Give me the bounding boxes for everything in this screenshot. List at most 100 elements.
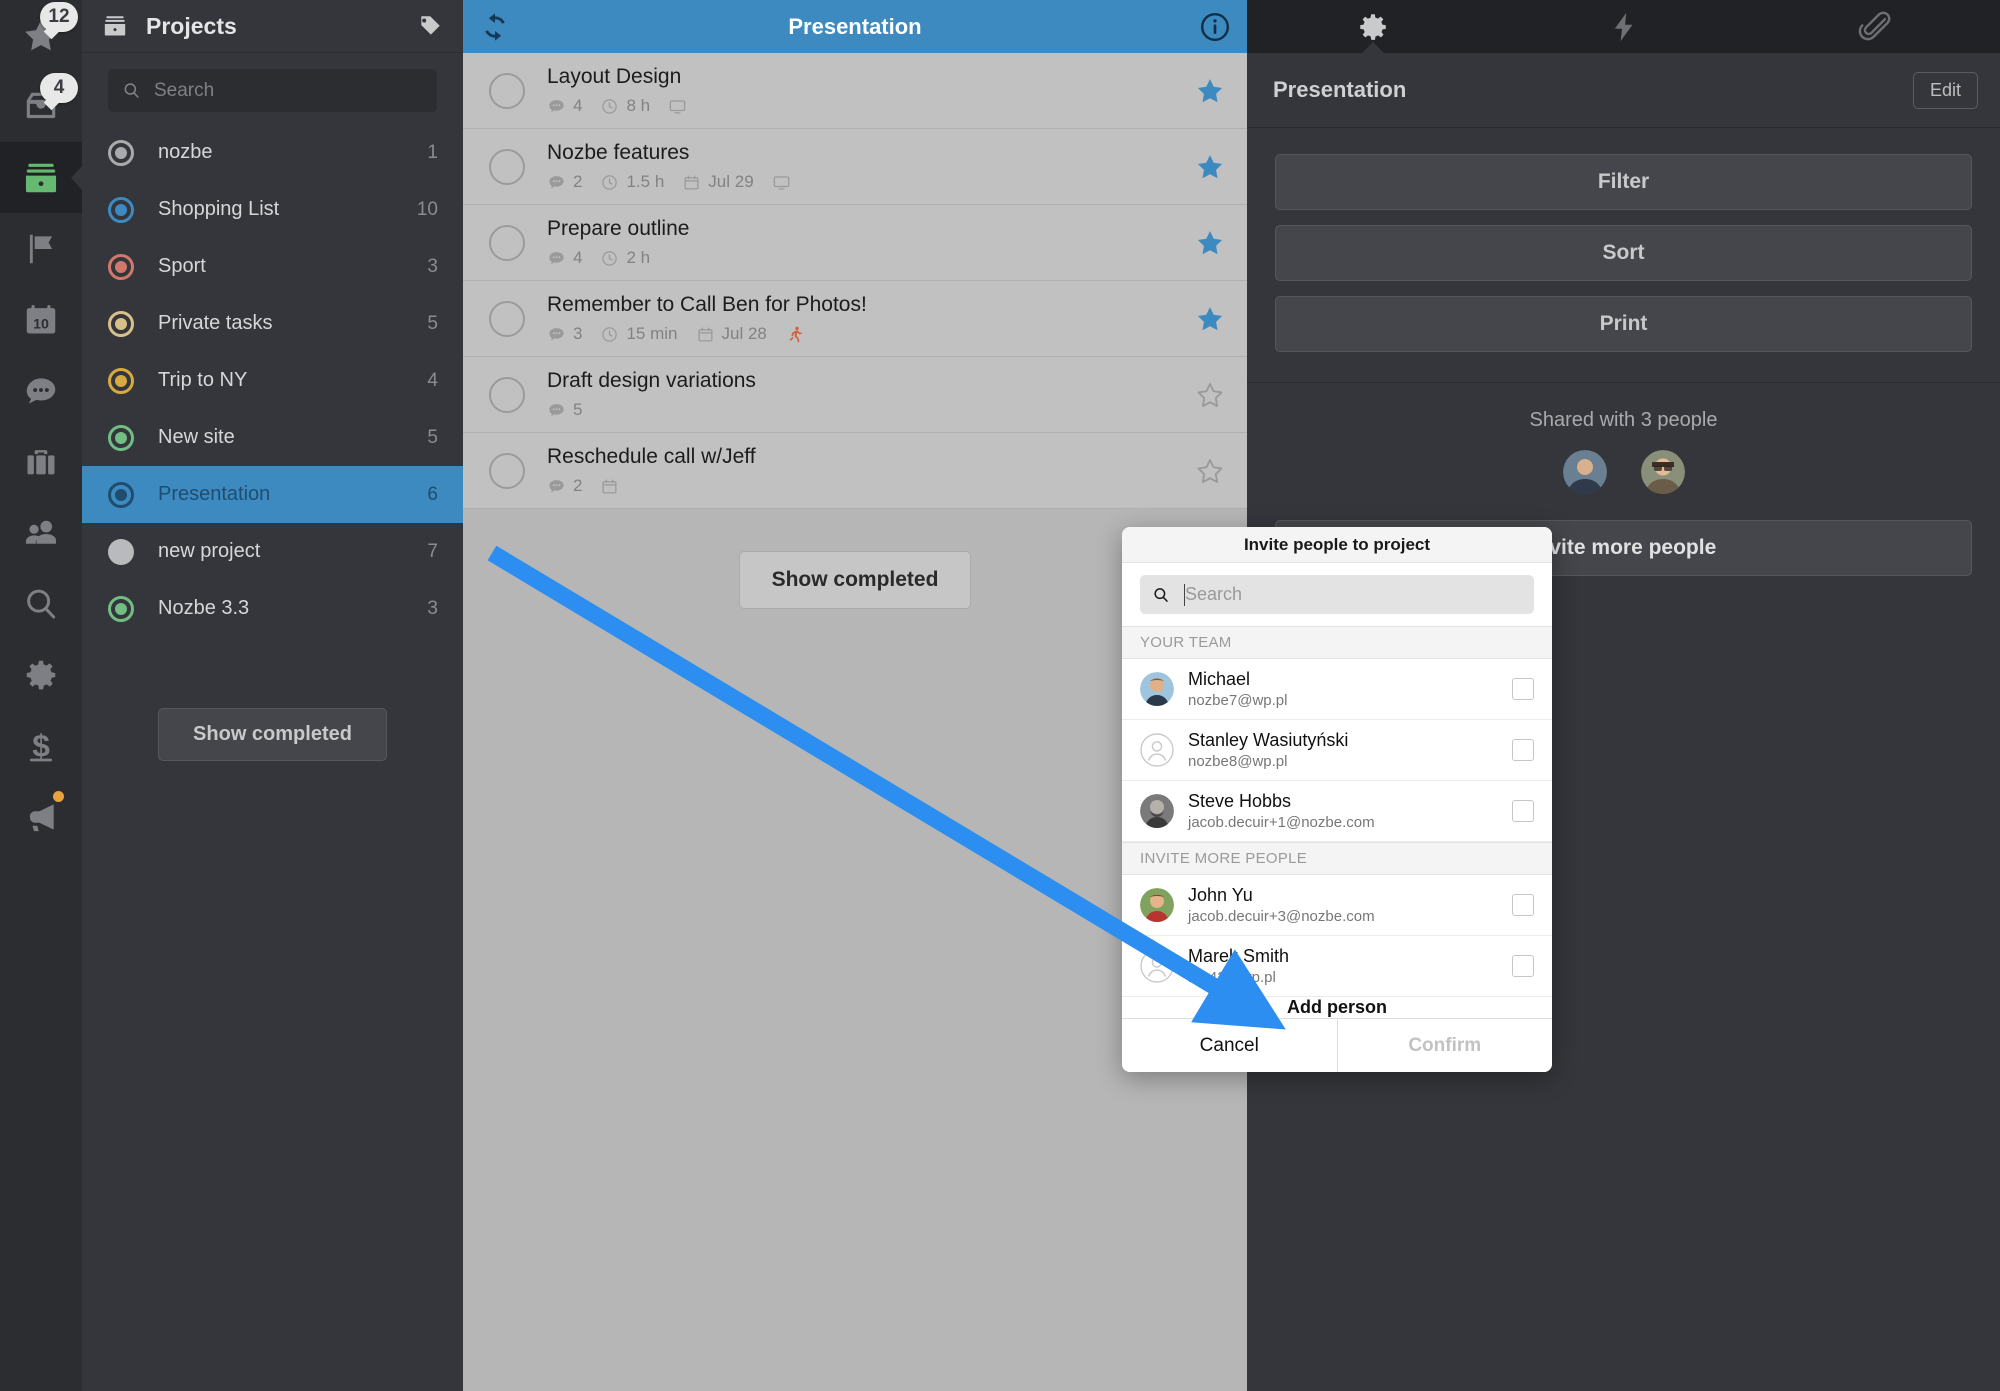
- rail-item-team[interactable]: [0, 497, 82, 568]
- rail-item-announcements[interactable]: [0, 781, 82, 852]
- person-name: Marek Smith: [1188, 946, 1290, 966]
- avatar[interactable]: [1640, 450, 1685, 494]
- task-row[interactable]: Nozbe features 2 1.5 h Jul 29: [463, 129, 1247, 205]
- confirm-button[interactable]: Confirm: [1336, 1019, 1552, 1072]
- sidebar-item-project[interactable]: Trip to NY 4: [82, 352, 463, 409]
- task-checkbox[interactable]: [489, 72, 525, 109]
- runner-icon-meta: [785, 325, 804, 344]
- clock-icon-value: 2 h: [626, 248, 651, 267]
- sync-icon[interactable]: [479, 11, 511, 43]
- task-meta: 5: [547, 400, 1195, 420]
- tab-settings[interactable]: [1247, 0, 1498, 53]
- task-checkbox[interactable]: [489, 148, 525, 185]
- rail-item-settings[interactable]: [0, 639, 82, 710]
- rail-item-priority[interactable]: 12: [0, 0, 82, 71]
- sidebar-item-project[interactable]: new project 7: [82, 523, 463, 580]
- rail-item-inbox[interactable]: 4: [0, 71, 82, 142]
- avatar: [1140, 794, 1174, 828]
- rail-item-briefcase[interactable]: [0, 426, 82, 497]
- task-row[interactable]: Prepare outline 4 2 h: [463, 205, 1247, 281]
- project-task-count: 3: [427, 255, 438, 277]
- runner-icon: [785, 325, 804, 344]
- announcement-alert-dot: [53, 791, 64, 802]
- search-icon: [22, 585, 60, 623]
- cancel-button[interactable]: Cancel: [1122, 1019, 1337, 1072]
- tab-attachments[interactable]: [1749, 0, 2000, 53]
- project-name: New site: [158, 426, 235, 448]
- star-filled-icon[interactable]: [1195, 304, 1225, 334]
- star-outline-icon[interactable]: [1195, 380, 1225, 410]
- rail-item-comments[interactable]: [0, 355, 82, 426]
- sidebar-item-project[interactable]: Shopping List 10: [82, 181, 463, 238]
- star-filled-icon[interactable]: [1195, 76, 1225, 106]
- invite-people-modal: Invite people to project Search YOUR TEA…: [1122, 527, 1552, 1072]
- sidebar-item-project[interactable]: Presentation 6: [82, 466, 463, 523]
- tab-templates[interactable]: [1498, 0, 1749, 53]
- modal-search-placeholder: Search: [1185, 584, 1243, 604]
- person-checkbox[interactable]: [1512, 955, 1534, 977]
- person-info: Marek Smith no 42@wp.pl: [1188, 945, 1512, 987]
- details-header: Presentation Edit: [1247, 53, 2000, 128]
- comment-icon-meta: 4: [547, 248, 582, 268]
- person-row[interactable]: Steve Hobbs jacob.decuir+1@nozbe.com: [1122, 781, 1552, 842]
- task-meta: 4 8 h: [547, 96, 1195, 116]
- sidebar-item-project[interactable]: Sport 3: [82, 238, 463, 295]
- comment-icon-value: 3: [573, 324, 583, 343]
- person-checkbox[interactable]: [1512, 800, 1534, 822]
- task-checkbox[interactable]: [489, 300, 525, 337]
- person-checkbox[interactable]: [1512, 894, 1534, 916]
- sidebar-item-project[interactable]: nozbe 1: [82, 124, 463, 181]
- print-button[interactable]: Print: [1275, 296, 1972, 352]
- edit-button[interactable]: Edit: [1912, 71, 1978, 109]
- filter-button[interactable]: Filter: [1275, 154, 1972, 210]
- task-list-title: Presentation: [788, 13, 922, 39]
- star-filled-icon[interactable]: [1195, 152, 1225, 182]
- task-name: Draft design variations: [547, 369, 756, 392]
- star-outline-icon[interactable]: [1195, 456, 1225, 486]
- sidebar-item-project[interactable]: Nozbe 3.3 3: [82, 580, 463, 637]
- billing-dollar-icon: $: [22, 727, 60, 765]
- task-checkbox[interactable]: [489, 376, 525, 413]
- star-filled-icon[interactable]: [1195, 228, 1225, 258]
- sidebar-item-project[interactable]: Private tasks 5: [82, 295, 463, 352]
- rail-item-projects[interactable]: [0, 142, 82, 213]
- task-row[interactable]: Draft design variations 5: [463, 357, 1247, 433]
- search-input[interactable]: Search: [108, 69, 437, 112]
- task-row[interactable]: Remember to Call Ben for Photos! 3 15 min J…: [463, 281, 1247, 357]
- person-checkbox[interactable]: [1512, 678, 1534, 700]
- tag-icon[interactable]: [417, 13, 443, 39]
- modal-search-input[interactable]: Search: [1140, 575, 1534, 614]
- project-name: Trip to NY: [158, 369, 248, 391]
- task-row[interactable]: Reschedule call w/Jeff 2: [463, 433, 1247, 509]
- task-checkbox[interactable]: [489, 452, 525, 489]
- sidebar-item-project[interactable]: New site 5: [82, 409, 463, 466]
- person-checkbox[interactable]: [1512, 739, 1534, 761]
- clock-icon-meta: 1.5 h: [600, 172, 664, 192]
- task-checkbox[interactable]: [489, 224, 525, 261]
- person-row[interactable]: Stanley Wasiutyński nozbe8@wp.pl: [1122, 720, 1552, 781]
- rail-item-search[interactable]: [0, 568, 82, 639]
- add-person-button[interactable]: Add person: [1122, 997, 1552, 1018]
- task-row[interactable]: Layout Design 4 8 h: [463, 53, 1247, 129]
- rail-item-calendar[interactable]: 10: [0, 284, 82, 355]
- project-color-dot: [108, 139, 134, 166]
- person-info: John Yu jacob.decuir+3@nozbe.com: [1188, 884, 1512, 926]
- sidebar-show-completed-button[interactable]: Show completed: [158, 708, 387, 761]
- person-name: Steve Hobbs: [1188, 791, 1292, 811]
- sort-button[interactable]: Sort: [1275, 225, 1972, 281]
- comment-icon: [547, 477, 566, 496]
- project-name: new project: [158, 540, 261, 562]
- tasks-show-completed-button[interactable]: Show completed: [738, 551, 972, 609]
- info-icon[interactable]: [1199, 11, 1231, 43]
- rail-item-billing[interactable]: $: [0, 710, 82, 781]
- avatar[interactable]: [1562, 450, 1607, 494]
- person-row[interactable]: Michael nozbe7@wp.pl: [1122, 659, 1552, 720]
- task-body: Remember to Call Ben for Photos! 3 15 min J…: [547, 293, 1195, 344]
- shared-with-label: Shared with 3 people: [1529, 409, 1718, 431]
- group-header-your-team: YOUR TEAM: [1122, 626, 1552, 659]
- rail-item-flag[interactable]: [0, 213, 82, 284]
- person-info: Michael nozbe7@wp.pl: [1188, 668, 1512, 710]
- person-row[interactable]: John Yu jacob.decuir+3@nozbe.com: [1122, 875, 1552, 936]
- project-task-count: 5: [427, 312, 438, 334]
- person-row[interactable]: Marek Smith no 42@wp.pl: [1122, 936, 1552, 997]
